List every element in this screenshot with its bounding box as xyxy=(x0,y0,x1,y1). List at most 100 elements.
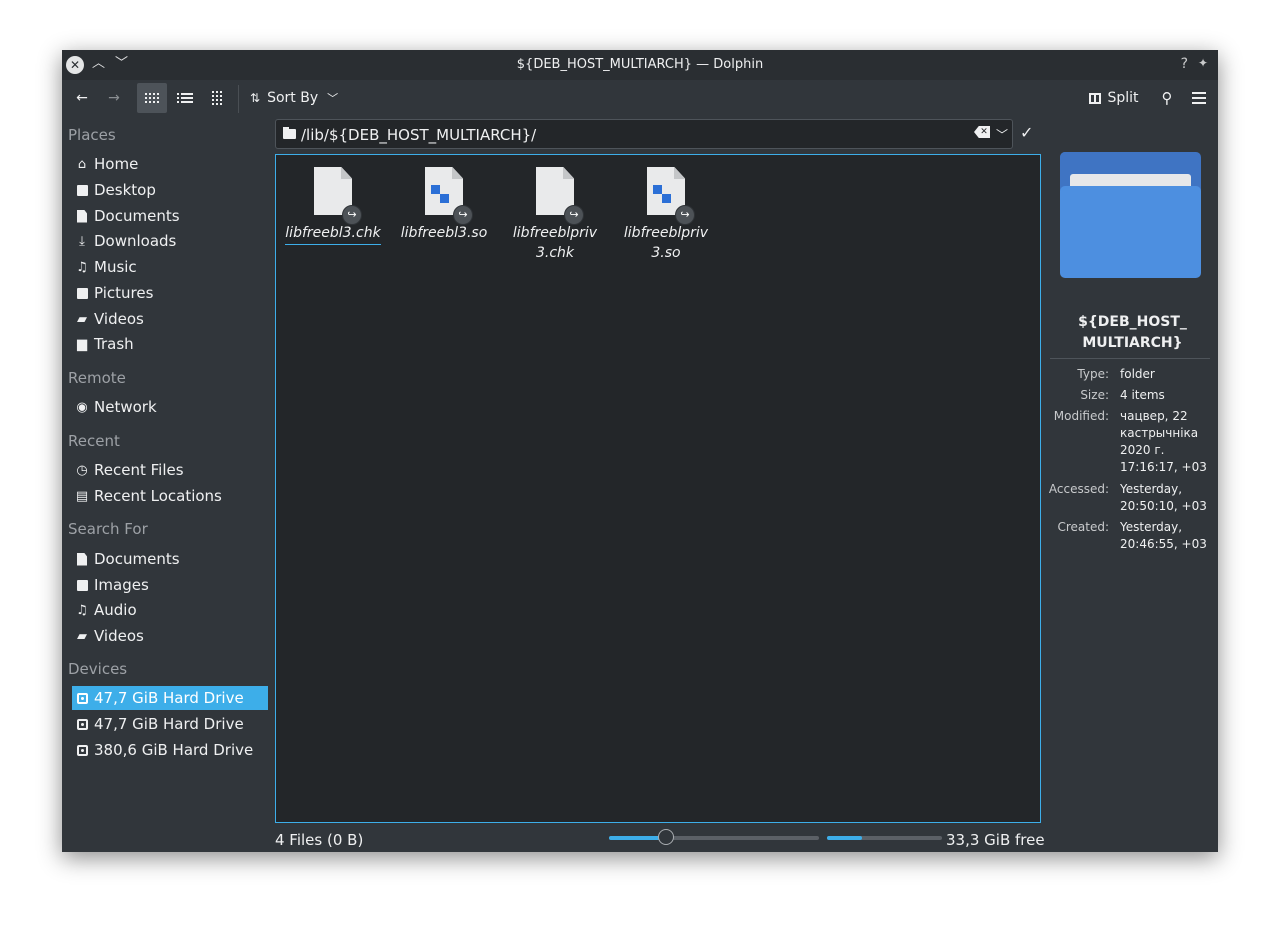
clear-location-icon[interactable]: ✕ xyxy=(974,126,990,138)
hard-drive-icon xyxy=(75,743,89,757)
location-bar[interactable]: /lib/${DEB_HOST_MULTIARCH}/ ✕ ﹀ xyxy=(275,119,1013,149)
file-item[interactable]: ↪ libfreeblpriv3.chk xyxy=(499,167,611,263)
sidebar-item-label: Documents xyxy=(94,550,180,568)
main-toolbar: ← → ⇅ Sort By ﹀ Split ⚲ xyxy=(62,80,1218,118)
sidebar-item-home[interactable]: ⌂ Home xyxy=(72,152,268,176)
sidebar-item-desktop[interactable]: Desktop xyxy=(72,178,268,202)
icons-view-button[interactable] xyxy=(137,83,167,113)
pin-button[interactable]: ✦ xyxy=(1198,56,1208,70)
compact-view-button[interactable] xyxy=(202,83,232,113)
forward-arrow-icon: → xyxy=(108,90,120,106)
status-bar: 4 Files (0 B) 33,3 GiB free xyxy=(62,826,1218,852)
file-item[interactable]: ↪ libfreebl3.chk xyxy=(277,167,389,245)
sidebar-item-downloads[interactable]: ⤓ Downloads xyxy=(72,229,268,253)
hard-drive-icon xyxy=(75,717,89,731)
sidebar-item-music[interactable]: ♫ Music xyxy=(72,255,268,279)
meta-key-accessed: Accessed: xyxy=(1048,482,1109,496)
desktop-icon xyxy=(75,183,89,197)
file-name: libfreebl3.so xyxy=(400,225,488,241)
back-button[interactable]: ← xyxy=(68,83,96,113)
meta-value-size: 4 items xyxy=(1120,388,1165,402)
folder-icon xyxy=(283,127,296,139)
sidebar-item-recent-files[interactable]: ◷ Recent Files xyxy=(72,458,268,482)
hamburger-menu-icon xyxy=(1192,89,1206,107)
sidebar-item-search-images[interactable]: Images xyxy=(72,573,268,597)
sidebar-item-search-videos[interactable]: ▰ Videos xyxy=(72,624,268,648)
sidebar-item-label: 47,7 GiB Hard Drive xyxy=(94,715,244,733)
info-divider xyxy=(1050,358,1210,359)
sidebar-item-documents[interactable]: Documents xyxy=(72,204,268,228)
sidebar-item-recent-locations[interactable]: ▤ Recent Locations xyxy=(72,484,268,508)
picture-icon xyxy=(75,578,89,592)
sidebar-item-search-documents[interactable]: Documents xyxy=(72,547,268,571)
sidebar-item-hard-drive-3[interactable]: 380,6 GiB Hard Drive xyxy=(72,738,268,762)
window-title: ${DEB_HOST_MULTIARCH} — Dolphin xyxy=(516,57,764,72)
meta-value-type: folder xyxy=(1120,367,1155,381)
section-recent: Recent xyxy=(68,432,120,450)
download-icon: ⤓ xyxy=(79,233,85,249)
sidebar-item-label: Documents xyxy=(94,207,180,225)
video-icon: ▰ xyxy=(77,628,87,644)
sidebar-item-label: Downloads xyxy=(94,232,177,250)
places-panel: Places ⌂ Home Desktop Documents ⤓ Downlo… xyxy=(62,118,270,852)
menu-button[interactable] xyxy=(1186,83,1212,113)
search-button[interactable]: ⚲ xyxy=(1154,83,1180,113)
sidebar-item-hard-drive-1[interactable]: 47,7 GiB Hard Drive xyxy=(72,686,268,710)
split-icon xyxy=(1089,92,1102,104)
meta-key-size: Size: xyxy=(1080,388,1109,402)
zoom-slider[interactable] xyxy=(609,829,819,845)
file-view[interactable]: ↪ libfreebl3.chk ↪ libfreebl3.so ↪ libfr… xyxy=(275,154,1041,823)
music-icon: ♫ xyxy=(76,259,88,275)
chevron-down-icon: ﹀ xyxy=(327,92,339,105)
split-view-button[interactable]: Split xyxy=(1086,83,1142,113)
sidebar-item-label: Images xyxy=(94,576,149,594)
free-space-bar-fill xyxy=(827,836,862,840)
sidebar-item-label: Trash xyxy=(94,335,134,353)
section-remote: Remote xyxy=(68,369,126,387)
sidebar-item-label: Home xyxy=(94,155,139,173)
symlink-badge-icon: ↪ xyxy=(564,205,584,225)
details-view-button[interactable] xyxy=(170,83,200,113)
info-folder-name-line: ${DEB_HOST_ xyxy=(1078,314,1187,330)
sidebar-item-search-audio[interactable]: ♫ Audio xyxy=(72,598,268,622)
split-label: Split xyxy=(1107,90,1139,106)
music-icon: ♫ xyxy=(76,602,88,618)
symlink-badge-icon: ↪ xyxy=(453,205,473,225)
confirm-location-button[interactable]: ✓ xyxy=(1020,123,1033,142)
symlink-badge-icon: ↪ xyxy=(675,205,695,225)
sidebar-item-videos[interactable]: ▰ Videos xyxy=(72,307,268,331)
location-path-input[interactable]: /lib/${DEB_HOST_MULTIARCH}/ xyxy=(301,126,536,144)
sort-by-label: Sort By xyxy=(267,90,319,106)
file-item[interactable]: ↪ libfreeblpriv3.so xyxy=(610,167,722,263)
sidebar-item-pictures[interactable]: Pictures xyxy=(72,281,268,305)
document-icon xyxy=(75,209,89,223)
sidebar-item-label: Music xyxy=(94,258,137,276)
meta-value-accessed: Yesterday, 20:50:10, +03 xyxy=(1120,482,1207,513)
compact-view-icon xyxy=(212,91,222,105)
network-icon: ◉ xyxy=(76,399,88,415)
home-icon: ⌂ xyxy=(77,156,87,172)
sidebar-item-label: Desktop xyxy=(94,181,156,199)
sort-icon: ⇅ xyxy=(250,91,261,105)
section-devices: Devices xyxy=(68,660,128,678)
trash-icon: ▆ xyxy=(77,336,87,352)
file-name: libfreeblpriv3.chk xyxy=(512,225,598,261)
file-item[interactable]: ↪ libfreebl3.so xyxy=(388,167,500,243)
location-history-dropdown[interactable]: ﹀ xyxy=(996,126,1008,143)
sidebar-item-trash[interactable]: ▆ Trash xyxy=(72,332,268,356)
title-bar: ✕ ︿ ﹀ ${DEB_HOST_MULTIARCH} — Dolphin ? … xyxy=(62,50,1218,80)
icons-view-icon xyxy=(145,93,159,103)
picture-icon xyxy=(75,286,89,300)
sidebar-item-label: Videos xyxy=(94,310,144,328)
zoom-slider-handle[interactable] xyxy=(657,829,674,845)
sidebar-item-hard-drive-2[interactable]: 47,7 GiB Hard Drive xyxy=(72,712,268,736)
document-icon xyxy=(75,552,89,566)
help-button[interactable]: ? xyxy=(1181,56,1188,72)
sort-by-button[interactable]: ⇅ Sort By ﹀ xyxy=(250,83,350,113)
sidebar-item-network[interactable]: ◉ Network xyxy=(72,395,268,419)
sidebar-item-label: Recent Files xyxy=(94,461,184,479)
forward-button[interactable]: → xyxy=(100,83,128,113)
hard-drive-icon xyxy=(75,691,89,705)
sidebar-item-label: Network xyxy=(94,398,157,416)
details-view-icon xyxy=(177,91,193,105)
